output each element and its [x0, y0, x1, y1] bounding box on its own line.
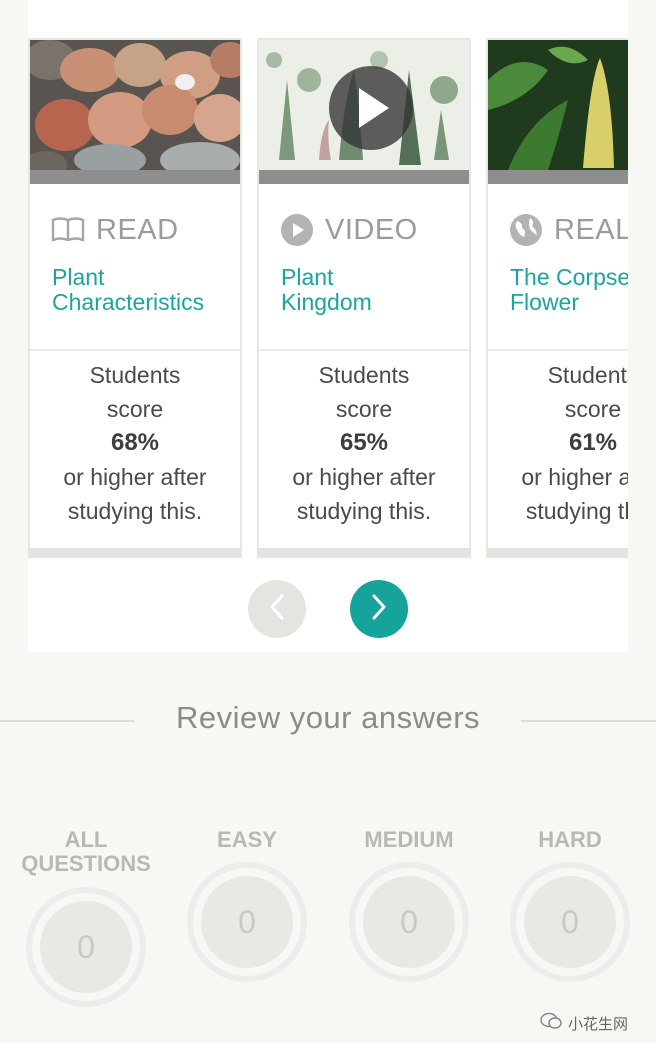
question-count: 0	[40, 901, 132, 993]
score-text: score	[106, 396, 164, 422]
filter-label: HARD	[538, 827, 602, 852]
card-title[interactable]: Plant Kingdom	[281, 265, 481, 315]
card-title-line: Plant	[52, 264, 105, 290]
chat-bubble-icon	[540, 1012, 562, 1034]
score-summary: Students score 68% or higher after study…	[30, 358, 240, 528]
score-text: studying this.	[525, 498, 628, 524]
card-title-line: Flower	[510, 289, 580, 315]
resource-type-label: REAL	[554, 213, 628, 246]
card-title-line: The Corpse	[510, 264, 628, 290]
filter-all-questions[interactable]: ALL QUESTIONS	[11, 828, 161, 876]
card-divider	[488, 349, 628, 351]
score-text: studying this.	[67, 498, 203, 524]
filter-label: ALL	[64, 827, 108, 852]
filter-medium[interactable]: MEDIUM	[334, 828, 484, 852]
chevron-right-icon	[369, 593, 389, 626]
question-count: 0	[201, 876, 293, 968]
review-answers-heading: Review your answers	[175, 700, 481, 735]
score-text: or higher after	[292, 464, 436, 490]
question-count: 0	[524, 876, 616, 968]
filter-label: EASY	[217, 827, 277, 852]
question-count: 0	[363, 876, 455, 968]
card-divider	[30, 349, 240, 351]
resource-card-real-world[interactable]: REAL The Corpse Flower Students score 61…	[486, 38, 628, 558]
score-text: Students	[89, 362, 181, 388]
card-shadow	[486, 548, 628, 558]
card-title[interactable]: Plant Characteristics	[52, 265, 252, 315]
resource-type-label: VIDEO	[325, 213, 418, 246]
thumbnail-bar	[488, 170, 628, 184]
carousel-next-button[interactable]	[350, 580, 408, 638]
card-title-line: Characteristics	[52, 289, 205, 315]
score-text: Students	[318, 362, 410, 388]
thumbnail-bar	[30, 170, 240, 184]
resource-carousel: READ Plant Characteristics Students scor…	[28, 38, 628, 558]
filter-count-all-questions[interactable]: 0	[26, 887, 146, 1007]
filter-count-easy[interactable]: 0	[187, 862, 307, 982]
card-thumbnail-stones	[30, 40, 240, 170]
score-summary: Students score 65% or higher after study…	[259, 358, 469, 528]
resource-type-label: READ	[96, 213, 179, 246]
score-text: or higher after	[521, 464, 628, 490]
score-summary: Students score 61% or higher after study…	[488, 358, 628, 528]
filter-count-hard[interactable]: 0	[510, 862, 630, 982]
score-percent: 61%	[568, 429, 618, 456]
score-percent: 65%	[339, 429, 389, 456]
score-percent: 68%	[110, 429, 160, 456]
thumbnail-bar	[259, 170, 469, 184]
score-text: or higher after	[63, 464, 207, 490]
card-thumbnail-jungle	[488, 40, 628, 170]
resource-card-read[interactable]: READ Plant Characteristics Students scor…	[28, 38, 242, 558]
score-text: Students	[547, 362, 628, 388]
card-title-line: Plant	[281, 264, 334, 290]
watermark: 小花生网	[540, 1012, 628, 1034]
filter-count-medium[interactable]: 0	[349, 862, 469, 982]
card-thumbnail-plants	[259, 40, 469, 170]
card-shadow	[28, 548, 242, 558]
score-text: score	[335, 396, 393, 422]
card-shadow	[257, 548, 471, 558]
card-title[interactable]: The Corpse Flower	[510, 265, 628, 315]
chevron-left-icon	[267, 593, 287, 626]
resource-card-video[interactable]: VIDEO Plant Kingdom Students score 65% o…	[257, 38, 471, 558]
card-divider	[259, 349, 469, 351]
book-icon	[50, 212, 86, 248]
score-text: studying this.	[296, 498, 432, 524]
watermark-text: 小花生网	[568, 1015, 629, 1033]
globe-icon	[508, 212, 544, 248]
filter-label: MEDIUM	[364, 827, 454, 852]
resource-type: READ	[50, 212, 179, 248]
filter-label: QUESTIONS	[21, 851, 151, 876]
filter-easy[interactable]: EASY	[172, 828, 322, 852]
resource-type: REAL	[508, 212, 628, 248]
carousel-prev-button[interactable]	[248, 580, 306, 638]
resource-type: VIDEO	[279, 212, 418, 248]
filter-hard[interactable]: HARD	[495, 828, 645, 852]
score-text: score	[564, 396, 622, 422]
card-title-line: Kingdom	[281, 289, 372, 315]
play-circle-icon	[279, 212, 315, 248]
